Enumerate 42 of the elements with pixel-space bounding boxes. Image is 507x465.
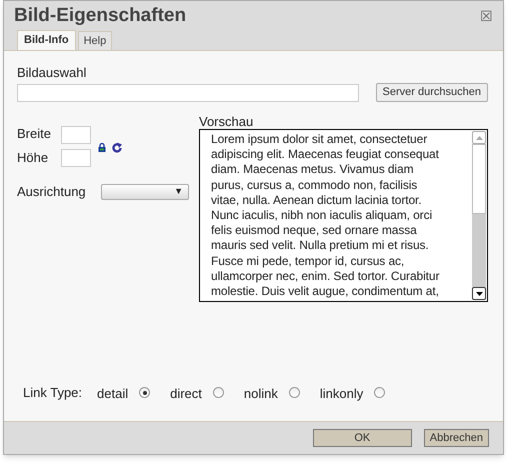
preview-text-line: mauris sed velit. Nulla pretium mi et risus. xyxy=(211,238,430,254)
radio-label: direct xyxy=(170,385,202,403)
preview-text-line: molestie. Duis velit augue, condimentum at, xyxy=(211,284,440,300)
close-button[interactable]: ☒ xyxy=(480,9,493,23)
preview-text-line: purus, cursus a, commodo non, facilisis xyxy=(211,178,418,193)
radio-label: linkonly xyxy=(320,385,364,403)
field-label: Link Type: xyxy=(23,384,82,402)
lock-icon[interactable] xyxy=(98,143,106,152)
alignment-dropdown[interactable]: ▼ xyxy=(101,184,189,200)
field-label: Vorschau xyxy=(199,115,254,129)
tab[interactable]: Help xyxy=(78,31,112,50)
preview-text-line: felis euismod neque, sed ornare massa xyxy=(211,223,418,238)
preview-text-line: Nunc iaculis, nibh non iaculis aliquam, orci xyxy=(211,208,434,224)
preview-text-line: vitae, nulla. Aenean dictum lacinia tortor. xyxy=(211,192,422,208)
input-field[interactable] xyxy=(61,148,91,166)
dropdown-arrow-icon: ▼ xyxy=(174,187,183,196)
radio-button[interactable] xyxy=(139,387,150,398)
radio-button[interactable] xyxy=(374,387,386,398)
dialog-button[interactable]: Abbrechen xyxy=(424,429,489,447)
radio-label: detail xyxy=(97,385,128,403)
input-field[interactable] xyxy=(17,84,359,102)
scrollbar-thumb[interactable] xyxy=(472,144,486,214)
radio-label: nolink xyxy=(244,385,278,403)
field-label: Ausrichtung xyxy=(17,183,87,201)
browse-server-button[interactable]: Server durchsuchen xyxy=(376,83,488,102)
input-field[interactable] xyxy=(61,126,91,144)
radio-button[interactable] xyxy=(212,387,224,398)
dialog-button[interactable]: OK xyxy=(312,429,412,447)
preview-text-line: Lorem ipsum dolor sit amet, consectetuer xyxy=(211,132,428,148)
preview-text-line: adipiscing elit. Maecenas feugiat consequat xyxy=(211,147,440,162)
field-label: Breite xyxy=(17,125,52,143)
window-title: Bild-Eigenschaften xyxy=(14,4,186,28)
radio-button[interactable] xyxy=(288,387,300,398)
tab[interactable]: Bild-Info xyxy=(17,30,76,50)
scroll-up-icon[interactable] xyxy=(476,136,482,140)
scroll-down-icon[interactable] xyxy=(476,292,482,296)
preview-text-line: ullamcorper nec, enim. Sed tortor. Curabitur xyxy=(211,268,440,284)
field-label: Höhe xyxy=(17,149,50,167)
field-label: Bildauswahl xyxy=(17,65,88,81)
refresh-icon[interactable] xyxy=(111,142,123,154)
preview-text-line: Fusce mi pede, tempor id, cursus ac, xyxy=(211,254,406,269)
preview-text-line: diam. Maecenas metus. Vivamus diam xyxy=(211,162,414,178)
